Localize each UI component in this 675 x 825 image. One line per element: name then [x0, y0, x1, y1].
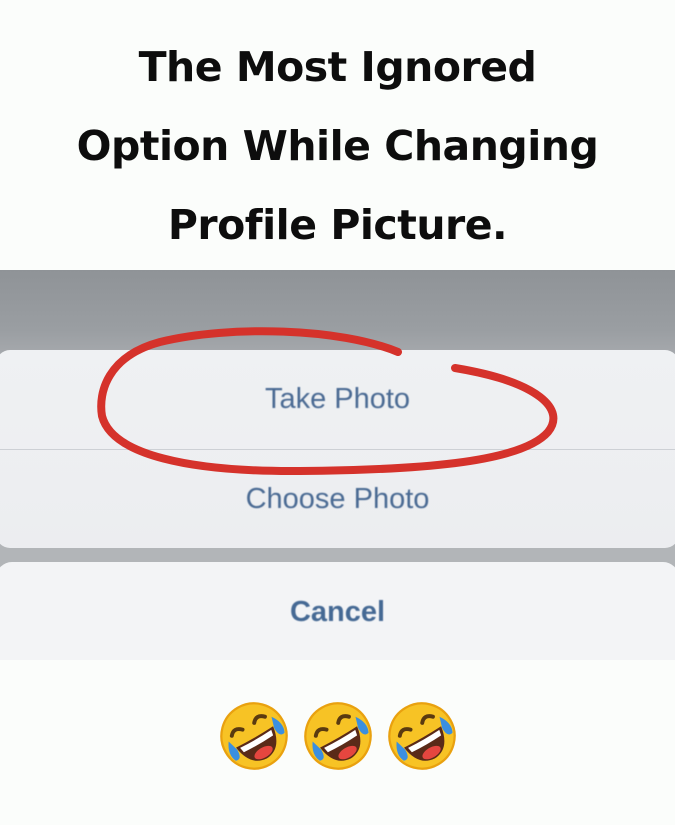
action-sheet: Take Photo Choose Photo	[0, 350, 675, 548]
screenshot-panel: Take Photo Choose Photo Cancel	[0, 270, 675, 660]
emoji-row	[0, 700, 675, 790]
meme-caption: The Most Ignored Option While Changing P…	[0, 28, 675, 265]
cancel-card: Cancel	[0, 562, 675, 660]
sheet-divider	[0, 449, 675, 450]
rolling-on-floor-laughing-icon	[303, 702, 372, 770]
choose-photo-button[interactable]: Choose Photo	[0, 483, 675, 516]
rolling-on-floor-laughing-icon	[387, 702, 456, 770]
caption-line-2: Option While Changing	[76, 122, 599, 170]
cancel-button[interactable]: Cancel	[0, 596, 675, 629]
caption-line-1: The Most Ignored	[138, 43, 537, 91]
take-photo-button[interactable]: Take Photo	[0, 383, 675, 416]
caption-line-3: Profile Picture.	[167, 201, 508, 249]
rolling-on-floor-laughing-icon	[219, 702, 288, 770]
